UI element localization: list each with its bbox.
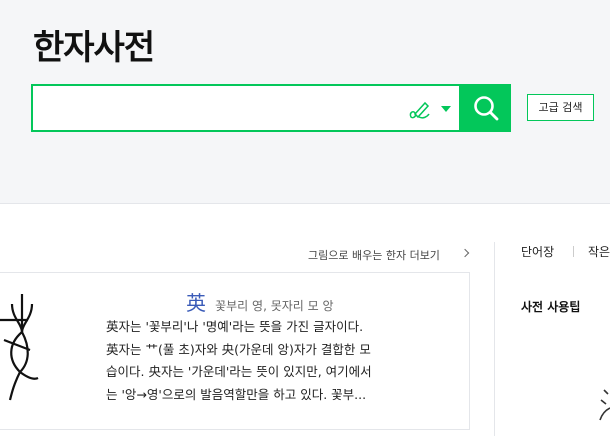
search-box[interactable] [31, 84, 461, 132]
tip-illustration-fragment [599, 389, 610, 421]
handwriting-pen-icon[interactable] [407, 97, 433, 123]
search-icon [474, 96, 499, 121]
description-line: 습이다. 央자는 '가운데'라는 뜻이 있지만, 여기에서 [106, 364, 372, 379]
tab-small[interactable]: 작은 [588, 243, 610, 260]
advanced-search-button[interactable]: 고급 검색 [527, 94, 594, 121]
hanja-reading: 꽃부리 영, 못자리 모 앙 [215, 299, 334, 313]
hanja-heading[interactable]: 英 꽃부리 영, 못자리 모 앙 [186, 287, 334, 316]
search-input[interactable] [41, 92, 405, 126]
ancient-character-illustration [0, 294, 39, 401]
hanja-character[interactable]: 英 [186, 291, 206, 315]
page-title: 한자사전 [33, 28, 155, 68]
column-divider [494, 242, 495, 436]
caret-down-icon[interactable] [441, 106, 451, 112]
description-line: 는 '앙→영'으로의 발음역할만을 하고 있다. 꽃부... [106, 386, 367, 402]
dictionary-tips-heading: 사전 사용팁 [521, 300, 581, 314]
tab-separator [573, 246, 574, 257]
description-line: 英자는 艹(풀 초)자와 央(가운데 앙)자가 결합한 모 [106, 341, 371, 357]
chevron-right-icon[interactable] [460, 248, 470, 258]
search-button[interactable] [461, 84, 511, 132]
hanja-description: 英자는 '꽃부리'나 '명예'라는 뜻을 가진 글자이다. 英자는 艹(풀 초)… [106, 316, 442, 406]
learn-more-link[interactable]: 그림으로 배우는 한자 더보기 [308, 247, 440, 263]
description-line: 英자는 '꽃부리'나 '명예'라는 뜻을 가진 글자이다. [106, 319, 364, 334]
tab-wordbook[interactable]: 단어장 [521, 243, 554, 260]
